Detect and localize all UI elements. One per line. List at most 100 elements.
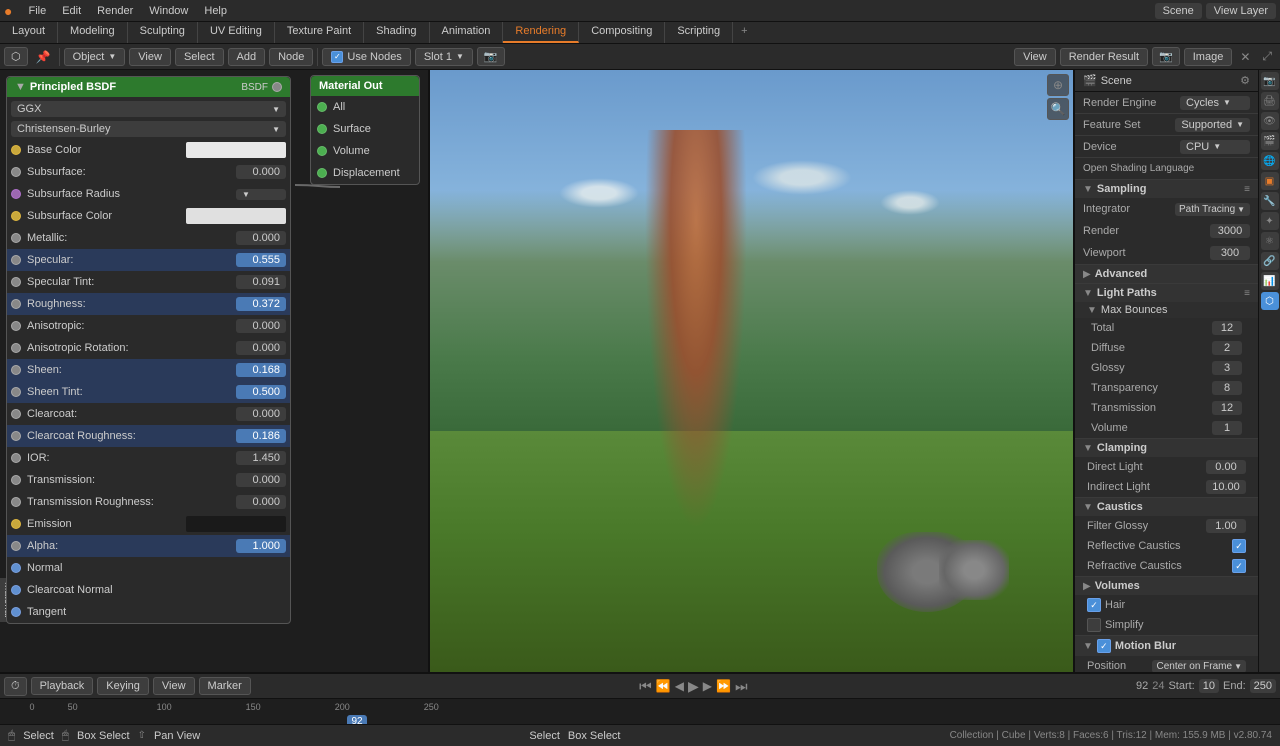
jump-end-btn[interactable]: ⏭ — [735, 678, 748, 695]
tab-texture-paint[interactable]: Texture Paint — [275, 22, 364, 43]
timeline-type-icon[interactable]: ⏱ — [4, 677, 27, 696]
sampling-header[interactable]: ▼ Sampling ≡ — [1075, 180, 1258, 198]
object-dropdown[interactable]: Object ▼ — [64, 48, 126, 66]
end-frame-value[interactable]: 250 — [1250, 679, 1276, 693]
motion-blur-header[interactable]: ▼ ✓ Motion Blur — [1075, 636, 1258, 656]
tab-rendering[interactable]: Rendering — [503, 22, 579, 43]
mb-section-checkbox[interactable]: ✓ — [1097, 639, 1111, 653]
clamp-indirect-value[interactable]: 10.00 — [1206, 480, 1246, 494]
feature-set-dropdown[interactable]: Supported ▼ — [1175, 118, 1250, 132]
sheen-value[interactable]: 0.168 — [236, 363, 286, 377]
menu-render[interactable]: Render — [89, 3, 141, 19]
current-frame-badge[interactable]: 92 — [347, 715, 366, 725]
bounces-total-value[interactable]: 12 — [1212, 321, 1242, 335]
subsurface-value[interactable]: 0.000 — [236, 165, 286, 179]
refractive-caustics-checkbox[interactable]: ✓ — [1232, 559, 1246, 573]
world-icon-btn[interactable]: 🌐 — [1261, 152, 1279, 170]
sheen-tint-value[interactable]: 0.500 — [236, 385, 286, 399]
select-btn[interactable]: Select — [175, 48, 224, 66]
start-frame-value[interactable]: 10 — [1199, 679, 1219, 693]
menu-window[interactable]: Window — [141, 3, 196, 19]
tab-compositing[interactable]: Compositing — [579, 22, 665, 43]
view-orbit-icon[interactable]: ⊕ — [1047, 74, 1069, 96]
tab-scripting[interactable]: Scripting — [665, 22, 733, 43]
aniso-rot-value[interactable]: 0.000 — [236, 341, 286, 355]
sub-radius-dropdown[interactable]: ▼ — [236, 189, 286, 200]
bsdf-node-header[interactable]: ▼ Principled BSDF BSDF — [7, 77, 290, 97]
pin-icon[interactable]: 📌 — [32, 50, 55, 64]
particles-icon-btn[interactable]: ✦ — [1261, 212, 1279, 230]
tab-sculpting[interactable]: Sculpting — [128, 22, 198, 43]
tab-modeling[interactable]: Modeling — [58, 22, 128, 43]
physics-icon-btn[interactable]: ⚛ — [1261, 232, 1279, 250]
clamping-header[interactable]: ▼ Clamping — [1075, 439, 1258, 457]
ior-value[interactable]: 1.450 — [236, 451, 286, 465]
menu-edit[interactable]: Edit — [54, 3, 89, 19]
constraints-icon-btn[interactable]: 🔗 — [1261, 252, 1279, 270]
view-layer-name[interactable]: View Layer — [1206, 3, 1276, 19]
integrator-dropdown[interactable]: Path Tracing ▼ — [1175, 203, 1250, 216]
base-color-swatch[interactable] — [186, 142, 286, 158]
device-dropdown[interactable]: CPU ▼ — [1180, 140, 1250, 154]
render-result-btn[interactable]: Render Result — [1060, 48, 1148, 66]
jump-start-btn[interactable]: ⏮ — [639, 678, 652, 695]
modifier-icon-btn[interactable]: 🔧 — [1261, 192, 1279, 210]
marker-btn[interactable]: Marker — [199, 677, 251, 695]
view-btn[interactable]: View — [129, 48, 171, 66]
scene-name[interactable]: Scene — [1155, 3, 1202, 19]
material-icon-btn[interactable]: ⬡ — [1261, 292, 1279, 310]
roughness-value[interactable]: 0.372 — [236, 297, 286, 311]
tab-uv-editing[interactable]: UV Editing — [198, 22, 275, 43]
advanced-header[interactable]: ▶ Advanced — [1075, 265, 1258, 283]
max-bounces-header[interactable]: ▼ Max Bounces — [1075, 302, 1258, 318]
light-paths-header[interactable]: ▼ Light Paths ≡ — [1075, 284, 1258, 302]
bounces-volume-value[interactable]: 1 — [1212, 421, 1242, 435]
tab-animation[interactable]: Animation — [430, 22, 504, 43]
simplify-checkbox[interactable] — [1087, 618, 1101, 632]
scene-icon-btn[interactable]: 🎬 — [1261, 132, 1279, 150]
tab-shading[interactable]: Shading — [364, 22, 429, 43]
render-engine-dropdown[interactable]: Cycles ▼ — [1180, 96, 1250, 110]
data-icon-btn[interactable]: 📊 — [1261, 272, 1279, 290]
render-view-btn[interactable]: View — [1014, 48, 1056, 66]
anisotropic-value[interactable]: 0.000 — [236, 319, 286, 333]
cc-rough-value[interactable]: 0.186 — [236, 429, 286, 443]
timeline-scrubber[interactable]: 0 50 100 150 200 250 92 — [0, 698, 1280, 724]
render-camera-icon[interactable]: 📷 — [1152, 47, 1180, 66]
specular-value[interactable]: 0.555 — [236, 253, 286, 267]
slot-dropdown[interactable]: Slot 1 ▼ — [415, 48, 473, 66]
view-icon-btn[interactable]: 👁 — [1261, 112, 1279, 130]
subsurface-method-dropdown[interactable]: Christensen-Burley ▼ — [11, 121, 286, 137]
trans-rough-value[interactable]: 0.000 — [236, 495, 286, 509]
prev-keyframe-btn[interactable]: ⏪ — [656, 679, 671, 693]
node-btn[interactable]: Node — [269, 48, 313, 66]
lp-options-icon[interactable]: ≡ — [1244, 288, 1250, 299]
trans-value[interactable]: 0.000 — [236, 473, 286, 487]
playback-btn[interactable]: Playback — [31, 677, 94, 695]
bounces-diffuse-value[interactable]: 2 — [1212, 341, 1242, 355]
object-icon-btn[interactable]: ▣ — [1261, 172, 1279, 190]
prev-frame-btn[interactable]: ◀ — [675, 679, 684, 693]
filter-glossy-value[interactable]: 1.00 — [1206, 519, 1246, 533]
sub-color-swatch[interactable] — [186, 208, 286, 224]
camera-icon[interactable]: 📷 — [477, 47, 505, 66]
render-samples-value[interactable]: 3000 — [1210, 224, 1250, 238]
alpha-value[interactable]: 1.000 — [236, 539, 286, 553]
render-image-btn[interactable]: Image — [1184, 48, 1233, 66]
position-dropdown[interactable]: Center on Frame ▼ — [1152, 660, 1246, 673]
tab-layout[interactable]: Layout — [0, 22, 58, 43]
next-frame-btn[interactable]: ▶ — [703, 679, 712, 693]
emission-swatch[interactable] — [186, 516, 286, 532]
reflective-caustics-checkbox[interactable]: ✓ — [1232, 539, 1246, 553]
render-share-icon[interactable]: ⤢ — [1258, 49, 1276, 64]
editor-type-icon[interactable]: ⬡ — [4, 47, 28, 66]
view-zoom-icon[interactable]: 🔍 — [1047, 98, 1069, 120]
render-x-icon[interactable]: ✕ — [1236, 50, 1254, 64]
props-settings-icon[interactable]: ⚙ — [1240, 74, 1250, 87]
output-icon-btn[interactable]: 🖨 — [1261, 92, 1279, 110]
add-btn[interactable]: Add — [228, 48, 266, 66]
next-keyframe-btn[interactable]: ⏩ — [716, 679, 731, 693]
clearcoat-value[interactable]: 0.000 — [236, 407, 286, 421]
bounces-glossy-value[interactable]: 3 — [1212, 361, 1242, 375]
view-timeline-btn[interactable]: View — [153, 677, 195, 695]
